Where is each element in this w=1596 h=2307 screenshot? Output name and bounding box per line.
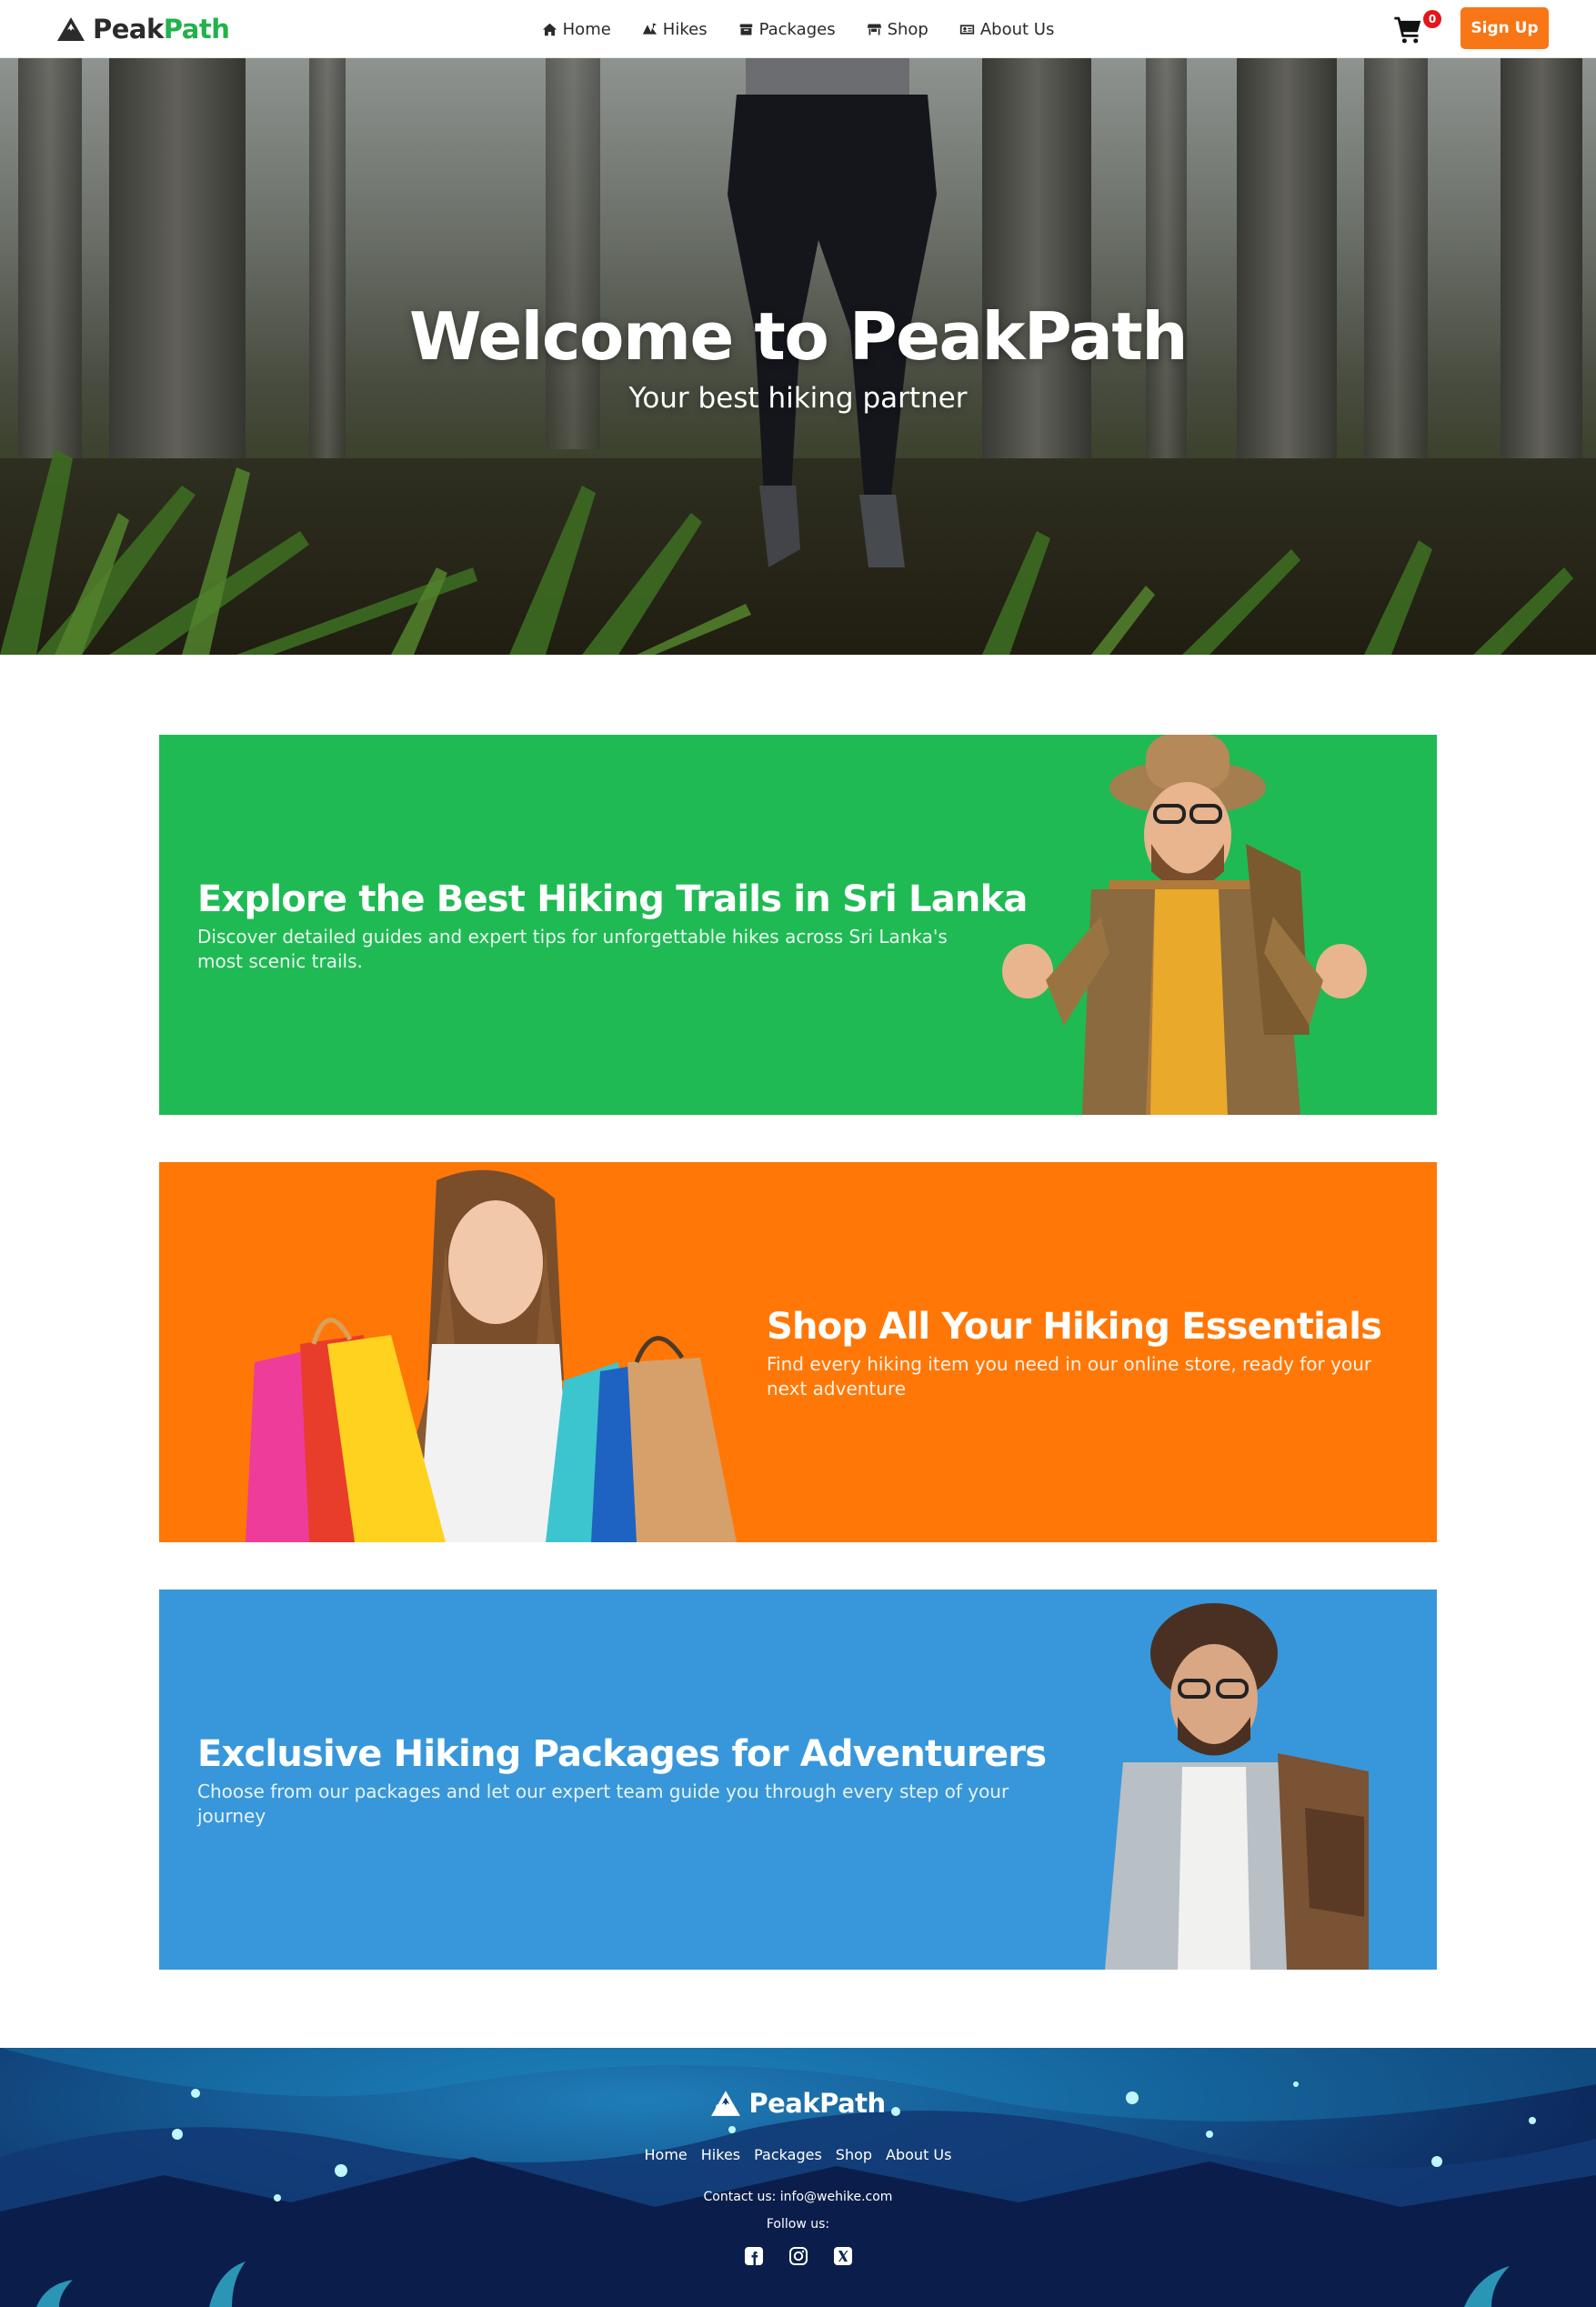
sign-up-button[interactable]: Sign Up: [1460, 7, 1549, 49]
night-mountains-background: [0, 2048, 1596, 2307]
nav-home[interactable]: Home: [542, 16, 611, 42]
footer-contact: Contact us: info@wehike.com: [703, 2190, 893, 2204]
footer-link-hikes[interactable]: Hikes: [701, 2146, 740, 2163]
facebook-icon[interactable]: [744, 2246, 764, 2266]
footer-nav: Home Hikes Packages Shop About Us: [0, 2146, 1596, 2163]
footer-link-home[interactable]: Home: [645, 2146, 688, 2163]
footer-link-shop[interactable]: Shop: [836, 2146, 872, 2163]
nav-shop-label: Shop: [887, 19, 928, 39]
id-card-icon: [959, 24, 975, 35]
main-nav: Home Hikes Packages Shop About Us: [0, 16, 1596, 42]
packages-banner-text: Choose from our packages and let our exp…: [197, 1780, 1009, 1827]
packages-banner[interactable]: Exclusive Hiking Packages for Adventurer…: [159, 1590, 1437, 1970]
box-icon: [739, 24, 752, 35]
footer-follow-label: Follow us:: [766, 2217, 830, 2232]
shop-banner[interactable]: Shop All Your Hiking Essentials Find eve…: [159, 1162, 1437, 1542]
mountain-logo-icon: [711, 2091, 741, 2116]
store-icon: [867, 24, 881, 35]
footer-link-packages[interactable]: Packages: [754, 2146, 822, 2163]
nav-home-label: Home: [562, 19, 611, 39]
social-links: [0, 2246, 1596, 2266]
hero-title: Welcome to PeakPath: [408, 298, 1189, 375]
nav-packages[interactable]: Packages: [738, 16, 836, 42]
footer-brand-name: PeakPath: [748, 2088, 886, 2119]
shop-banner-text: Find every hiking item you need in our o…: [767, 1353, 1372, 1399]
footer-link-about[interactable]: About Us: [886, 2146, 951, 2163]
cart-button[interactable]: 0: [1393, 10, 1441, 45]
hero-section: Welcome to PeakPath Your best hiking par…: [0, 58, 1596, 655]
shopping-woman-image: [246, 1169, 737, 1542]
nav-about[interactable]: About Us: [959, 16, 1055, 42]
navbar: PeakPath Home Hikes Packages Shop About …: [0, 0, 1596, 58]
nav-packages-label: Packages: [758, 19, 836, 39]
trails-banner-text: Discover detailed guides and expert tips…: [197, 926, 948, 972]
cart-icon: [1394, 16, 1421, 44]
hero-subtitle: Your best hiking partner: [628, 382, 968, 415]
packages-banner-title: Exclusive Hiking Packages for Adventurer…: [197, 1733, 1047, 1775]
trails-banner-title: Explore the Best Hiking Trails in Sri La…: [197, 878, 1028, 920]
nav-about-label: About Us: [979, 19, 1055, 39]
mountain-icon: [642, 23, 657, 35]
cart-count-badge: 0: [1423, 10, 1441, 28]
footer: PeakPath Home Hikes Packages Shop About …: [0, 2048, 1596, 2307]
backpacker-man-image: [1105, 1603, 1369, 1970]
trails-banner[interactable]: Explore the Best Hiking Trails in Sri La…: [159, 735, 1437, 1115]
instagram-icon[interactable]: [788, 2246, 808, 2266]
footer-brand[interactable]: PeakPath: [0, 2088, 1596, 2119]
nav-hikes[interactable]: Hikes: [642, 16, 708, 42]
x-icon[interactable]: [833, 2246, 853, 2266]
nav-hikes-label: Hikes: [662, 19, 708, 39]
home-icon: [542, 23, 557, 35]
nav-shop[interactable]: Shop: [867, 16, 928, 42]
hiker-man-image: [1002, 735, 1367, 1115]
shop-banner-title: Shop All Your Hiking Essentials: [767, 1306, 1382, 1348]
